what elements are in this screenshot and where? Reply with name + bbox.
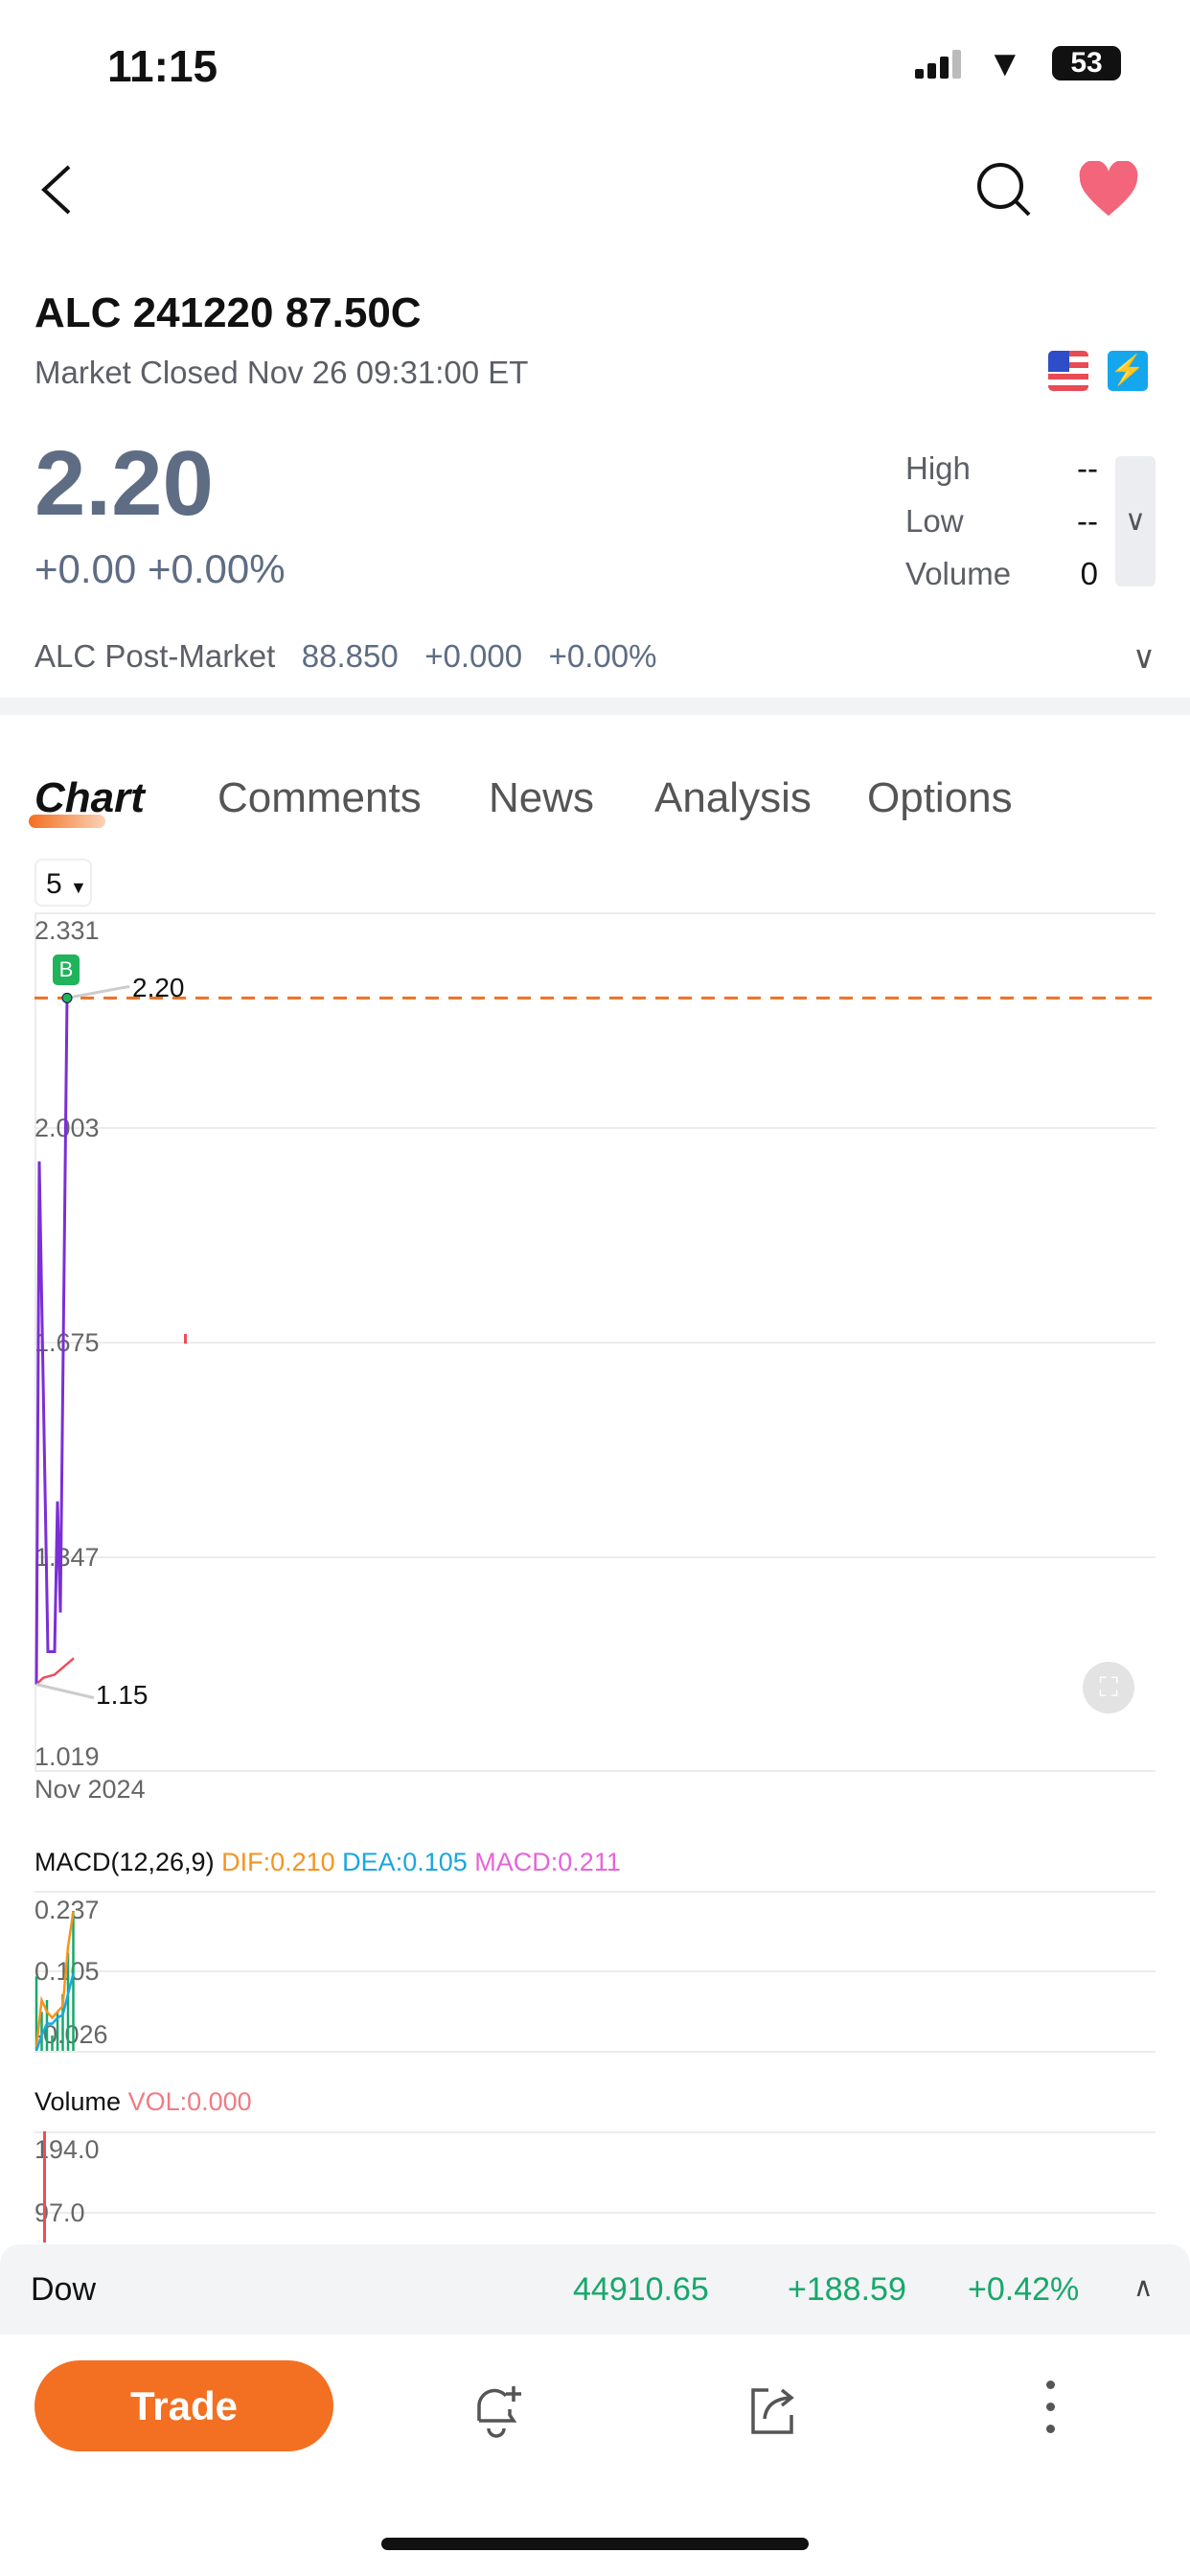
price-chart[interactable] <box>0 0 1190 1821</box>
gridline <box>34 1891 1156 1893</box>
macd-dea: DEA:0.105 <box>342 1848 468 1876</box>
low-label-connector <box>35 1683 95 1700</box>
last-point <box>61 992 73 1003</box>
home-indicator <box>381 2538 809 2550</box>
volume-bar <box>43 2131 46 2242</box>
index-ticker-bar[interactable]: Dow 44910.65 +188.59 +0.42% ∧ <box>0 2244 1190 2334</box>
index-change: +188.59 <box>788 2271 906 2308</box>
stray-mark <box>184 1334 187 1344</box>
share-icon[interactable] <box>744 2380 801 2443</box>
fullscreen-button[interactable]: ⛶ <box>1083 1662 1134 1714</box>
index-name: Dow <box>31 2271 97 2308</box>
chevron-up-icon[interactable]: ∧ <box>1133 2271 1154 2303</box>
trade-button[interactable]: Trade <box>34 2360 333 2451</box>
macd-value: MACD:0.211 <box>474 1848 621 1876</box>
macd-header: MACD(12,26,9) DIF:0.210 DEA:0.105 MACD:0… <box>34 1848 621 1877</box>
macd-title: MACD(12,26,9) <box>34 1848 215 1876</box>
price-series-secondary <box>35 1657 75 1686</box>
last-label-connector <box>66 984 130 1000</box>
index-value: 44910.65 <box>573 2271 709 2308</box>
add-alert-icon[interactable] <box>468 2380 525 2443</box>
gridline <box>34 1970 1156 1972</box>
last-price-label: 2.20 <box>132 973 185 1002</box>
gridline <box>34 2212 1156 2214</box>
more-options-icon[interactable] <box>1041 2379 1060 2436</box>
buy-marker: B <box>53 954 80 985</box>
indicator-charts <box>34 1911 75 2242</box>
index-change-pct: +0.42% <box>968 2271 1080 2308</box>
low-price-label: 1.15 <box>96 1680 149 1710</box>
macd-dif: DIF:0.210 <box>221 1848 335 1876</box>
price-series-line <box>34 998 69 1685</box>
gridline <box>34 2131 1156 2133</box>
gridline <box>34 2051 1156 2053</box>
